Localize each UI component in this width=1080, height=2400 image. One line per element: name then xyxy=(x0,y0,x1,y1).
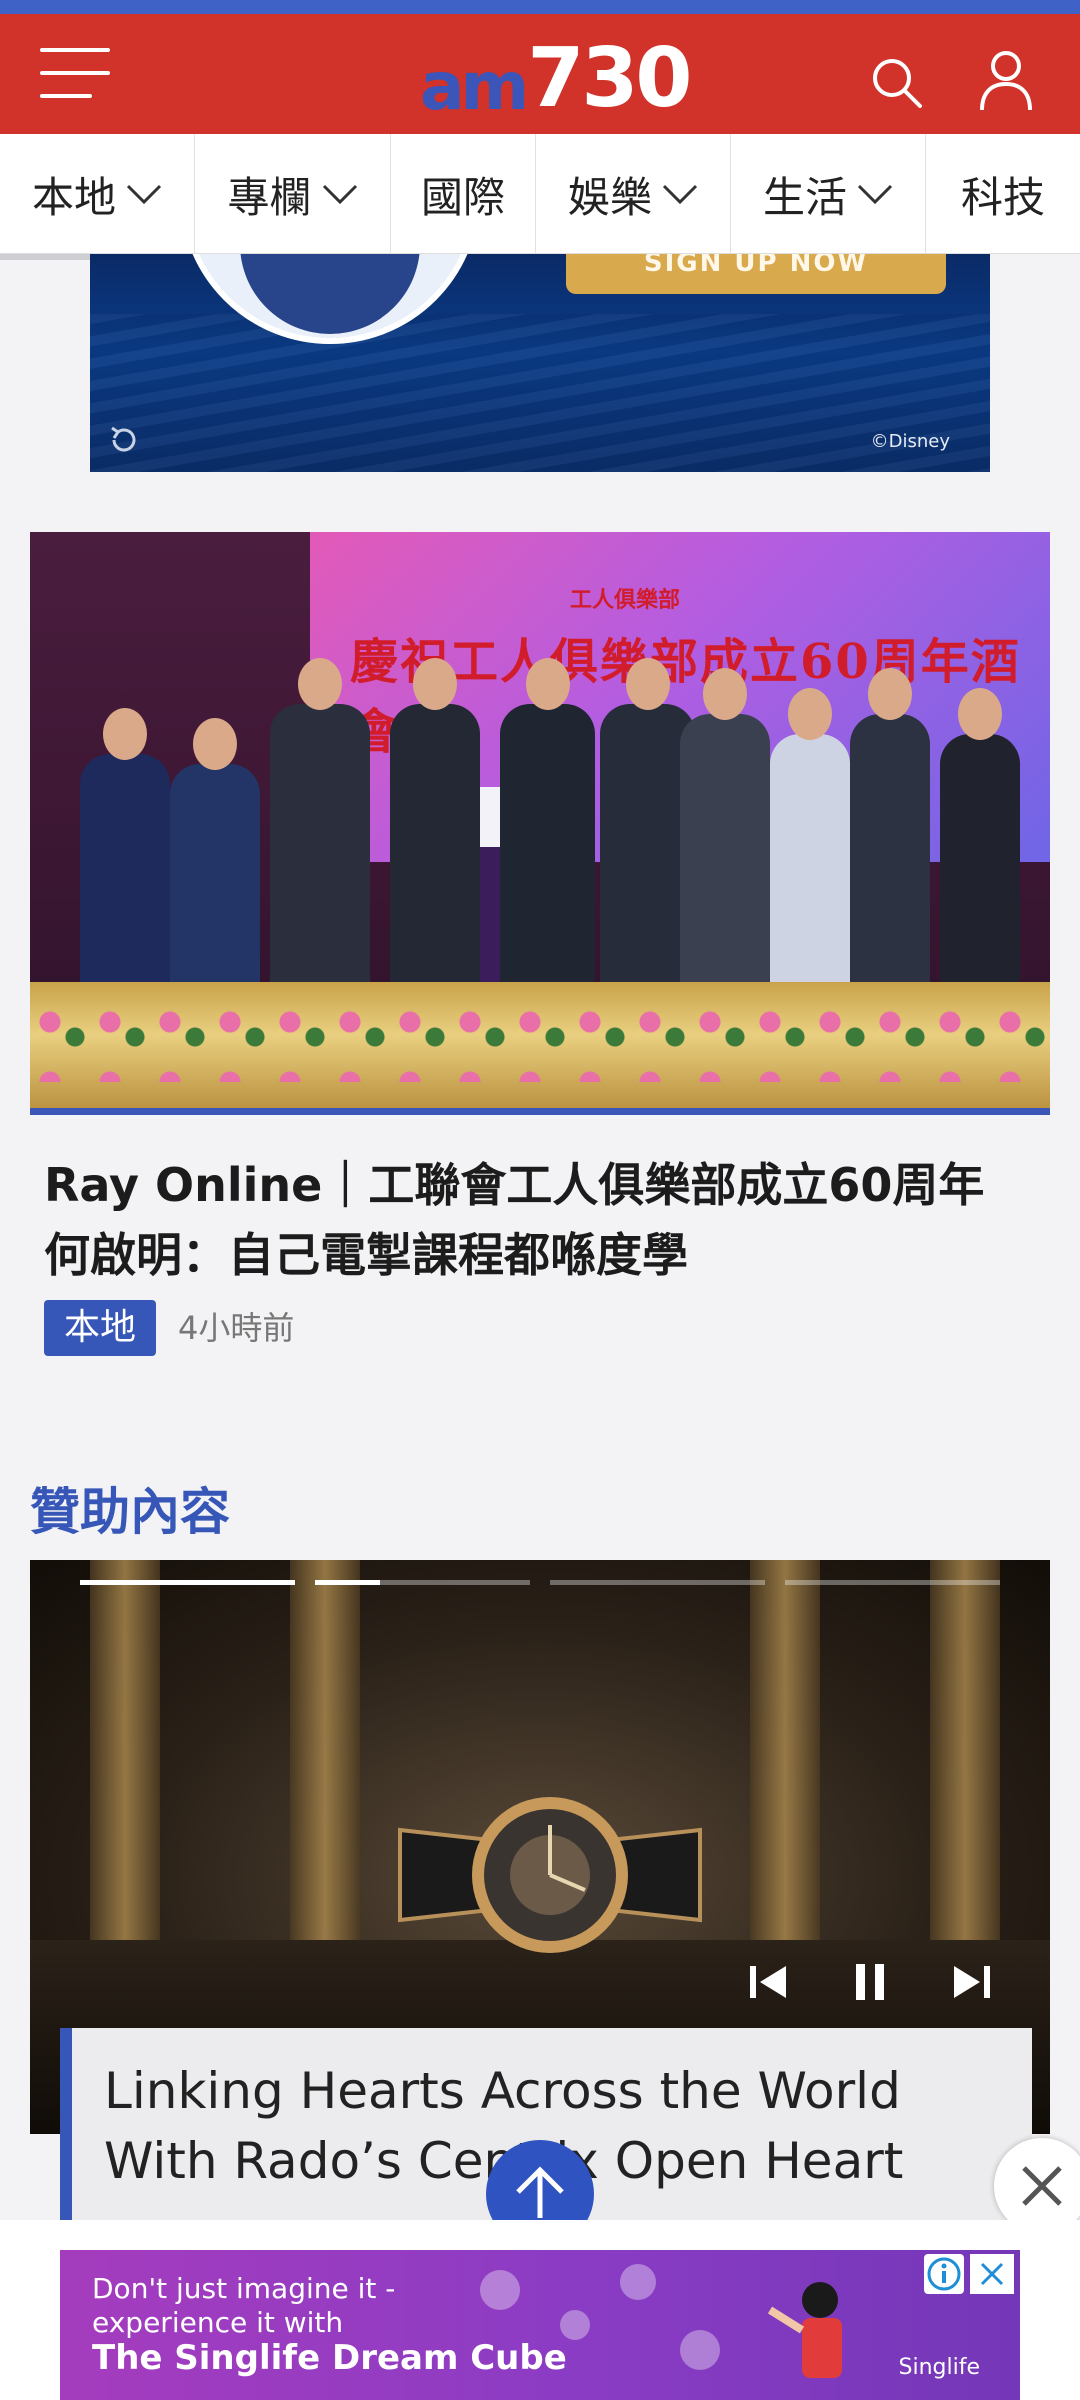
nav-label: 專欄 xyxy=(227,172,312,222)
nav-item-local[interactable]: 本地 xyxy=(0,134,195,254)
nav-label: 國際 xyxy=(420,172,505,222)
ad-tagline-1: Don't just imagine it - xyxy=(92,2272,396,2305)
ad-brand: Singlife xyxy=(898,2355,981,2380)
watch-image xyxy=(398,1797,702,1953)
person xyxy=(940,688,1020,1004)
ad-tagline: Don't just imagine it - experience it wi… xyxy=(92,2272,395,2340)
article-timestamp: 4小時前 xyxy=(178,1309,295,1347)
person xyxy=(170,718,260,1004)
slide-progress-4[interactable] xyxy=(785,1580,1000,1585)
ad-person-illustration xyxy=(767,2282,842,2378)
stage-flowers xyxy=(30,992,1050,1082)
person xyxy=(390,658,480,1004)
next-icon[interactable] xyxy=(940,1952,1000,2012)
search-icon[interactable] xyxy=(870,56,926,112)
sponsored-heading: 贊助內容 xyxy=(30,1483,230,1541)
chevron-down-icon xyxy=(322,184,357,205)
nav-label: 本地 xyxy=(31,172,116,222)
nav-item-life[interactable]: 生活 xyxy=(731,134,926,254)
page: am 730 本地 專欄 國際 娛樂 生活 科技 SIGN UP NOW ©Di… xyxy=(0,0,1080,2400)
top-stripe xyxy=(0,0,1080,14)
chevron-down-icon xyxy=(857,184,893,205)
ad-cta-button[interactable]: SIGN UP NOW xyxy=(566,254,946,294)
person xyxy=(680,668,770,1004)
nav-label: 生活 xyxy=(762,172,847,222)
article-title[interactable]: Ray Online｜工聯會工人俱樂部成立60周年 何啟明：自己電掣課程都喺度學 xyxy=(44,1150,1044,1290)
backdrop-logo: 工人俱樂部 xyxy=(570,588,681,613)
nav-item-tech[interactable]: 科技 xyxy=(926,134,1080,254)
article-image[interactable]: 工人俱樂部 慶祝工人俱樂部成立60周年酒會 xyxy=(30,532,1050,1114)
person xyxy=(270,658,370,1004)
logo-am: am xyxy=(420,48,529,125)
ad-banner-bottom[interactable]: Don't just imagine it - experience it wi… xyxy=(60,2250,1020,2400)
article-accent-line xyxy=(30,1108,1050,1115)
slide-progress-3[interactable] xyxy=(550,1580,765,1585)
nav-item-entertainment[interactable]: 娛樂 xyxy=(536,134,731,254)
slide-progress-2[interactable] xyxy=(315,1580,530,1585)
person xyxy=(500,658,595,1004)
ad-headline: The Singlife Dream Cube xyxy=(92,2338,567,2378)
nav-label: 娛樂 xyxy=(567,172,652,222)
person xyxy=(850,668,930,1004)
menu-icon[interactable] xyxy=(40,48,110,98)
pause-icon[interactable] xyxy=(840,1952,900,2012)
ad-tagline-2: experience it with xyxy=(92,2306,344,2339)
previous-icon[interactable] xyxy=(740,1952,800,2012)
site-logo[interactable]: am 730 xyxy=(420,30,692,125)
site-header: am 730 xyxy=(0,14,1080,134)
person xyxy=(770,688,850,1004)
ad-banner-top[interactable]: SIGN UP NOW ©Disney xyxy=(90,254,990,472)
ad-info-icon[interactable] xyxy=(924,2254,964,2294)
replay-icon[interactable] xyxy=(106,422,142,458)
logo-number: 730 xyxy=(527,31,692,126)
ad-close-icon[interactable] xyxy=(970,2254,1014,2294)
nav-item-international[interactable]: 國際 xyxy=(391,134,536,254)
chevron-down-icon xyxy=(126,184,162,205)
nav-label: 科技 xyxy=(960,172,1045,222)
person xyxy=(80,708,170,1004)
ad-waves xyxy=(90,314,990,472)
category-nav: 本地 專欄 國際 娛樂 生活 科技 xyxy=(0,134,1080,254)
user-icon[interactable] xyxy=(978,48,1034,112)
category-tag[interactable]: 本地 xyxy=(44,1300,156,1356)
slide-progress-1[interactable] xyxy=(80,1580,295,1585)
chevron-down-icon xyxy=(662,184,698,205)
ad-copyright: ©Disney xyxy=(870,431,950,452)
nav-item-column[interactable]: 專欄 xyxy=(195,134,391,254)
